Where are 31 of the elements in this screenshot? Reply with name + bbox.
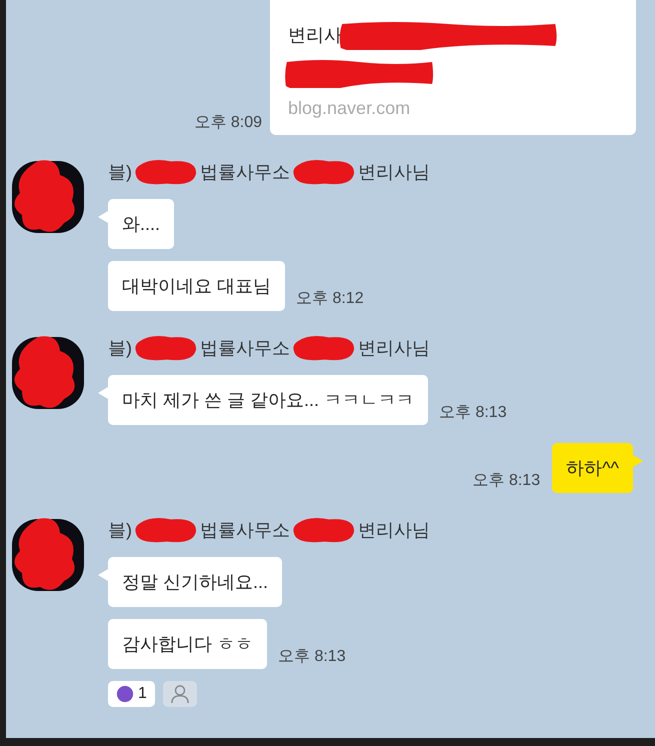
- sender-name: 변리사님: [358, 337, 430, 360]
- person-icon: [170, 685, 189, 703]
- link-title: 변리사: [288, 24, 342, 47]
- message-time: 오후 8:13: [472, 471, 540, 491]
- link-preview-card[interactable]: 변리사 blog.naver.com: [270, 0, 636, 135]
- reaction-icon: [116, 685, 134, 703]
- sender-name: 블): [108, 519, 132, 542]
- sender-name: 블): [108, 337, 132, 360]
- message-bubble[interactable]: 정말 신기하네요...: [108, 557, 282, 607]
- bubble-tail: [98, 211, 108, 223]
- message-time: 오후 8:09: [194, 113, 262, 133]
- message-bubble[interactable]: 와....: [108, 199, 174, 249]
- message-bubble[interactable]: 감사합니다 ㅎㅎ: [108, 619, 268, 669]
- message-time: 오후 8:12: [296, 289, 364, 309]
- sender-name: 법률사무소: [200, 161, 290, 184]
- bubble-tail: [98, 569, 108, 581]
- sender-name: 법률사무소: [200, 337, 290, 360]
- add-reaction-button[interactable]: [162, 681, 197, 707]
- message-bubble[interactable]: 마치 제가 쓴 글 같아요... ㅋㅋㄴㅋㅋ: [108, 375, 428, 425]
- sender-name: 블): [108, 161, 132, 184]
- sender-name: 법률사무소: [200, 519, 290, 542]
- message-bubble[interactable]: 하하^^: [552, 443, 633, 493]
- bubble-tail: [98, 387, 108, 399]
- link-domain: blog.naver.com: [288, 98, 412, 119]
- message-time: 오후 8:13: [278, 647, 346, 667]
- sender-name: 변리사님: [358, 519, 430, 542]
- message-time: 오후 8:13: [439, 403, 507, 423]
- message-bubble[interactable]: 대박이네요 대표님: [108, 261, 286, 311]
- bubble-tail: [633, 455, 643, 467]
- sender-name: 변리사님: [358, 161, 430, 184]
- reaction-chip[interactable]: 1: [108, 681, 155, 707]
